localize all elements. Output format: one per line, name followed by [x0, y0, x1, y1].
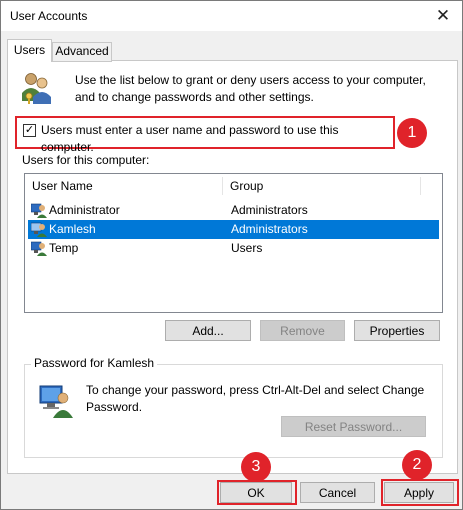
add-button[interactable]: Add... [165, 320, 251, 341]
annotation-badge-1: 1 [397, 118, 427, 148]
users-list-caption: Users for this computer: [22, 153, 150, 167]
password-instructions: To change your password, press Ctrl-Alt-… [86, 383, 425, 414]
table-row-selected[interactable]: Kamlesh Administrators [28, 220, 439, 239]
user-password-icon [39, 385, 73, 418]
checkbox-mark[interactable]: ✓ [23, 124, 36, 137]
group-cell: Administrators [231, 203, 308, 217]
tab-users[interactable]: Users [7, 39, 52, 62]
column-header-user-name[interactable]: User Name [25, 174, 225, 198]
table-row[interactable]: Temp Users [28, 239, 439, 258]
password-group-legend: Password for Kamlesh [31, 356, 158, 370]
user-icon [31, 222, 47, 237]
user-name-cell: Temp [49, 241, 79, 255]
cancel-button[interactable]: Cancel [300, 482, 375, 503]
close-icon[interactable]: ✕ [430, 3, 456, 29]
user-name-cell: Administrator [49, 203, 120, 217]
user-icon [31, 241, 47, 256]
require-password-checkbox[interactable]: ✓ Users must enter a user name and passw… [23, 122, 383, 154]
window-title: User Accounts [10, 9, 88, 23]
user-name-cell: Kamlesh [49, 222, 96, 236]
tab-advanced[interactable]: Advanced [52, 42, 112, 62]
reset-password-button[interactable]: Reset Password... [281, 416, 426, 437]
title-bar: User Accounts ✕ [1, 1, 462, 31]
annotation-badge-3: 3 [241, 452, 271, 482]
remove-button[interactable]: Remove [260, 320, 345, 341]
users-group-icon [22, 73, 51, 104]
user-icon [31, 203, 47, 218]
listview-header: User Name Group [25, 174, 442, 198]
apply-button[interactable]: Apply [384, 482, 454, 503]
group-cell: Administrators [231, 222, 308, 236]
users-listview[interactable]: User Name Group Administrator Administra… [24, 173, 443, 313]
properties-button[interactable]: Properties [354, 320, 440, 341]
checkbox-label: Users must enter a user name and passwor… [41, 123, 339, 154]
annotation-badge-2: 2 [402, 450, 432, 480]
column-header-group[interactable]: Group [223, 174, 425, 198]
table-row[interactable]: Administrator Administrators [28, 201, 439, 220]
intro-text: Use the list below to grant or deny user… [75, 73, 426, 104]
group-cell: Users [231, 241, 263, 255]
ok-button[interactable]: OK [220, 482, 292, 503]
user-accounts-window: User Accounts ✕ Users Advanced Use the l… [0, 0, 463, 510]
